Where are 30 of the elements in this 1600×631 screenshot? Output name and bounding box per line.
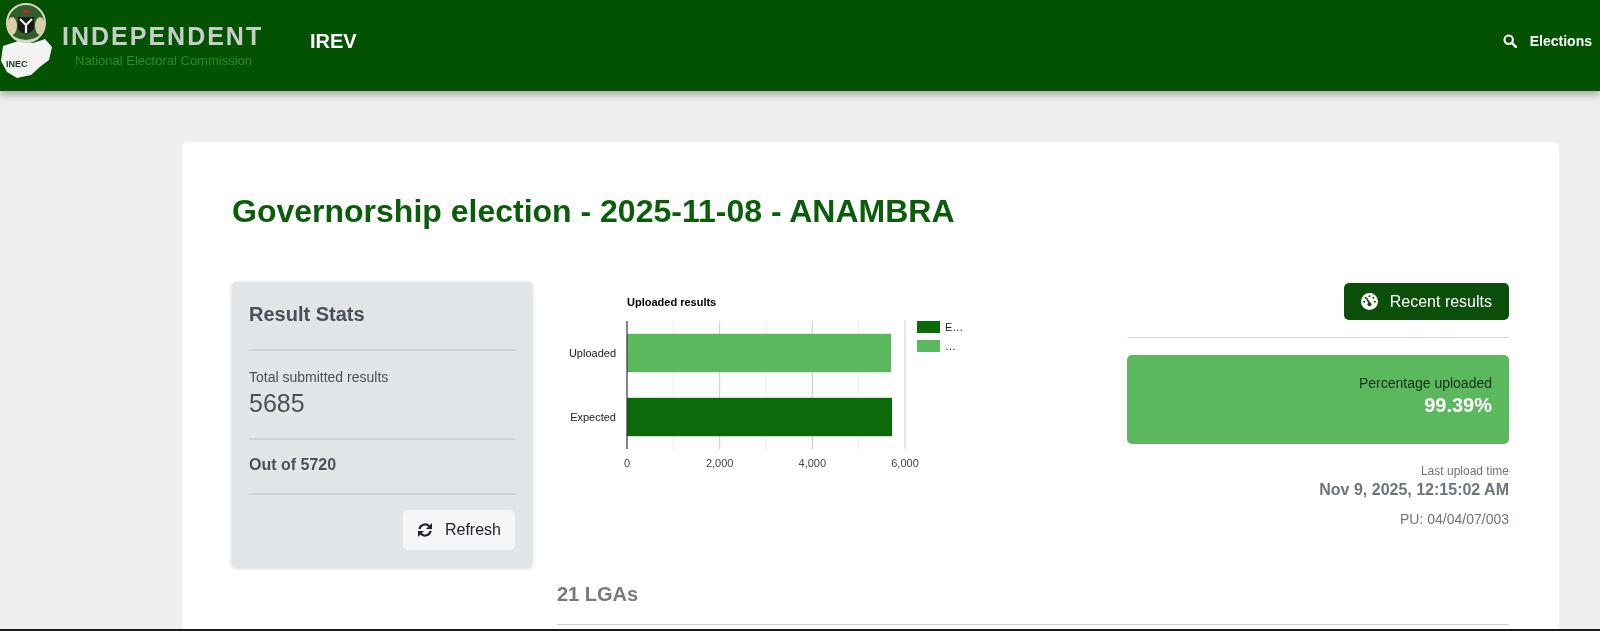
stat-label: Total submitted results xyxy=(249,368,389,387)
gauge-icon xyxy=(1360,293,1378,310)
stat-value: 5685 xyxy=(249,388,305,418)
category-label: Expected xyxy=(570,411,616,423)
refresh-icon xyxy=(416,522,433,538)
page-title: Governorship election - 2025-11-08 - ANAMBRA xyxy=(232,192,956,230)
search-icon xyxy=(1502,34,1517,48)
percentage-label: Percentage uploaded xyxy=(1358,374,1492,393)
card-title: Result Stats xyxy=(249,302,365,327)
logo-text: INEC xyxy=(6,59,28,69)
polling-unit-code: PU: 04/04/07/003 xyxy=(1400,510,1509,529)
legend-label: … xyxy=(945,340,956,352)
elections-link[interactable]: Elections xyxy=(1502,31,1592,51)
stat-total: Out of 5720 xyxy=(249,455,337,475)
last-upload-time: Nov 9, 2025, 12:15:02 AM xyxy=(1319,480,1509,500)
tick-label: 6,000 xyxy=(891,457,919,469)
brand-subtitle: National Electoral Commission xyxy=(75,53,252,68)
tick-label: 2,000 xyxy=(705,457,734,469)
section-heading: 21 LGAs xyxy=(557,582,639,607)
app-name-link[interactable]: IREV xyxy=(310,29,357,53)
recent-results-button[interactable]: Recent results xyxy=(1343,283,1509,320)
last-upload-label: Last upload time xyxy=(1420,463,1509,479)
tick-label: 4,000 xyxy=(798,457,827,469)
legend-label: E… xyxy=(945,321,964,333)
refresh-button[interactable]: Refresh xyxy=(402,510,515,550)
percentage-value: 99.39% xyxy=(1424,393,1492,417)
tick-label: 0 xyxy=(623,457,631,469)
brand-title: INDEPENDENT xyxy=(62,24,264,48)
chart-title: Uploaded results xyxy=(627,296,717,308)
category-label: Uploaded xyxy=(568,347,616,359)
